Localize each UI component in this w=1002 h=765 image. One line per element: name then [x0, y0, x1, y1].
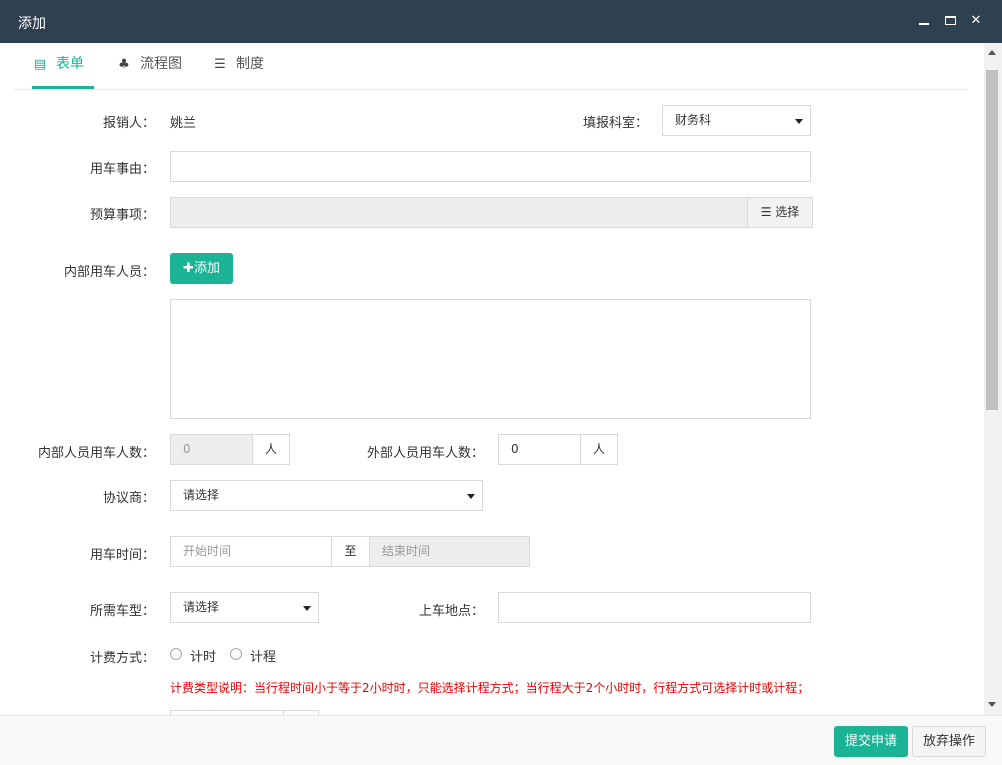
dialog-footer: 提交申请 放弃操作: [0, 715, 1002, 765]
plus-icon: ✚: [183, 261, 194, 276]
minimize-icon[interactable]: [915, 11, 933, 31]
car-type-select-value: 请选择: [183, 600, 220, 614]
tab-flowchart[interactable]: ♣ 流程图: [116, 43, 192, 89]
budget-select-label: 选择: [775, 205, 800, 219]
pickup-label: 上车地点：: [418, 604, 484, 619]
vendor-label: 协议商：: [102, 491, 155, 506]
reason-input[interactable]: [170, 151, 811, 182]
submit-button[interactable]: 提交申请: [834, 726, 908, 757]
vendor-select[interactable]: 请选择: [170, 480, 483, 511]
add-staff-label: 添加: [193, 261, 220, 276]
tab-bar: ▤ 表单 ♣ 流程图 ☰ 制度: [14, 43, 968, 90]
tab-flowchart-label: 流程图: [140, 56, 182, 72]
billing-radio-hourly[interactable]: [170, 648, 182, 660]
car-type-label: 所需车型：: [89, 604, 155, 619]
reporter-value: 姚兰: [170, 116, 197, 131]
tab-regulation[interactable]: ☰ 制度: [212, 43, 274, 89]
tab-form-label: 表单: [56, 56, 84, 72]
scrollbar-thumb[interactable]: [986, 70, 998, 410]
budget-input[interactable]: [170, 197, 748, 228]
pickup-input[interactable]: [498, 592, 811, 623]
dialog-content: ▤ 表单 ♣ 流程图 ☰ 制度 报销人： 姚兰 填报科室： 财务科 用车事由： 预算事…: [0, 43, 984, 715]
billing-label: 计费方式：: [89, 651, 155, 666]
dept-select[interactable]: 财务科: [662, 105, 811, 136]
scroll-down-icon[interactable]: [988, 702, 996, 707]
billing-option-distance: 计程: [250, 650, 277, 665]
vendor-select-value: 请选择: [183, 488, 220, 502]
chevron-down-icon: [303, 606, 311, 611]
list-icon: ☰: [214, 57, 226, 72]
list-icon: ☰: [760, 205, 772, 219]
billing-radio-distance[interactable]: [230, 648, 242, 660]
time-label: 用车时间：: [89, 548, 155, 563]
reporter-label: 报销人：: [102, 116, 155, 131]
window-titlebar: 添加 ✕: [0, 0, 1002, 43]
tab-form[interactable]: ▤ 表单: [32, 43, 94, 89]
car-type-select[interactable]: 请选择: [170, 592, 319, 623]
form-icon: ▤: [33, 57, 47, 72]
end-time-input[interactable]: 结束时间: [369, 536, 530, 567]
external-count-unit: 人: [580, 434, 618, 465]
close-icon[interactable]: ✕: [967, 11, 985, 31]
start-time-input[interactable]: 开始时间: [170, 536, 332, 567]
window-title: 添加: [18, 16, 46, 32]
reason-label: 用车事由：: [89, 162, 155, 177]
budget-label: 预算事项：: [89, 208, 155, 223]
external-count-input[interactable]: 0: [498, 434, 581, 465]
internal-count-input[interactable]: 0: [170, 434, 253, 465]
sitemap-icon: ♣: [118, 57, 130, 72]
chevron-down-icon: [795, 119, 803, 124]
budget-select-button[interactable]: ☰ 选择: [747, 197, 813, 228]
billing-option-hourly: 计时: [190, 650, 217, 665]
external-count-label: 外部人员用车人数：: [366, 446, 484, 461]
internal-staff-list[interactable]: [170, 299, 811, 419]
dept-label: 填报科室：: [582, 116, 648, 131]
internal-count-label: 内部人员用车人数：: [37, 446, 155, 461]
tab-regulation-label: 制度: [236, 56, 264, 72]
maximize-icon[interactable]: [942, 11, 960, 31]
internal-staff-label: 内部用车人员：: [63, 265, 155, 280]
scroll-up-icon[interactable]: [988, 50, 996, 55]
billing-note: 计费类型说明：当行程时间小于等于2小时时，只能选择计程方式；当行程大于2个小时时…: [170, 681, 810, 695]
add-staff-button[interactable]: ✚添加: [170, 253, 233, 284]
internal-count-unit: 人: [252, 434, 290, 465]
to-separator: 至: [331, 536, 370, 567]
chevron-down-icon: [467, 494, 475, 499]
cancel-button[interactable]: 放弃操作: [912, 726, 986, 757]
dept-select-value: 财务科: [675, 113, 712, 127]
